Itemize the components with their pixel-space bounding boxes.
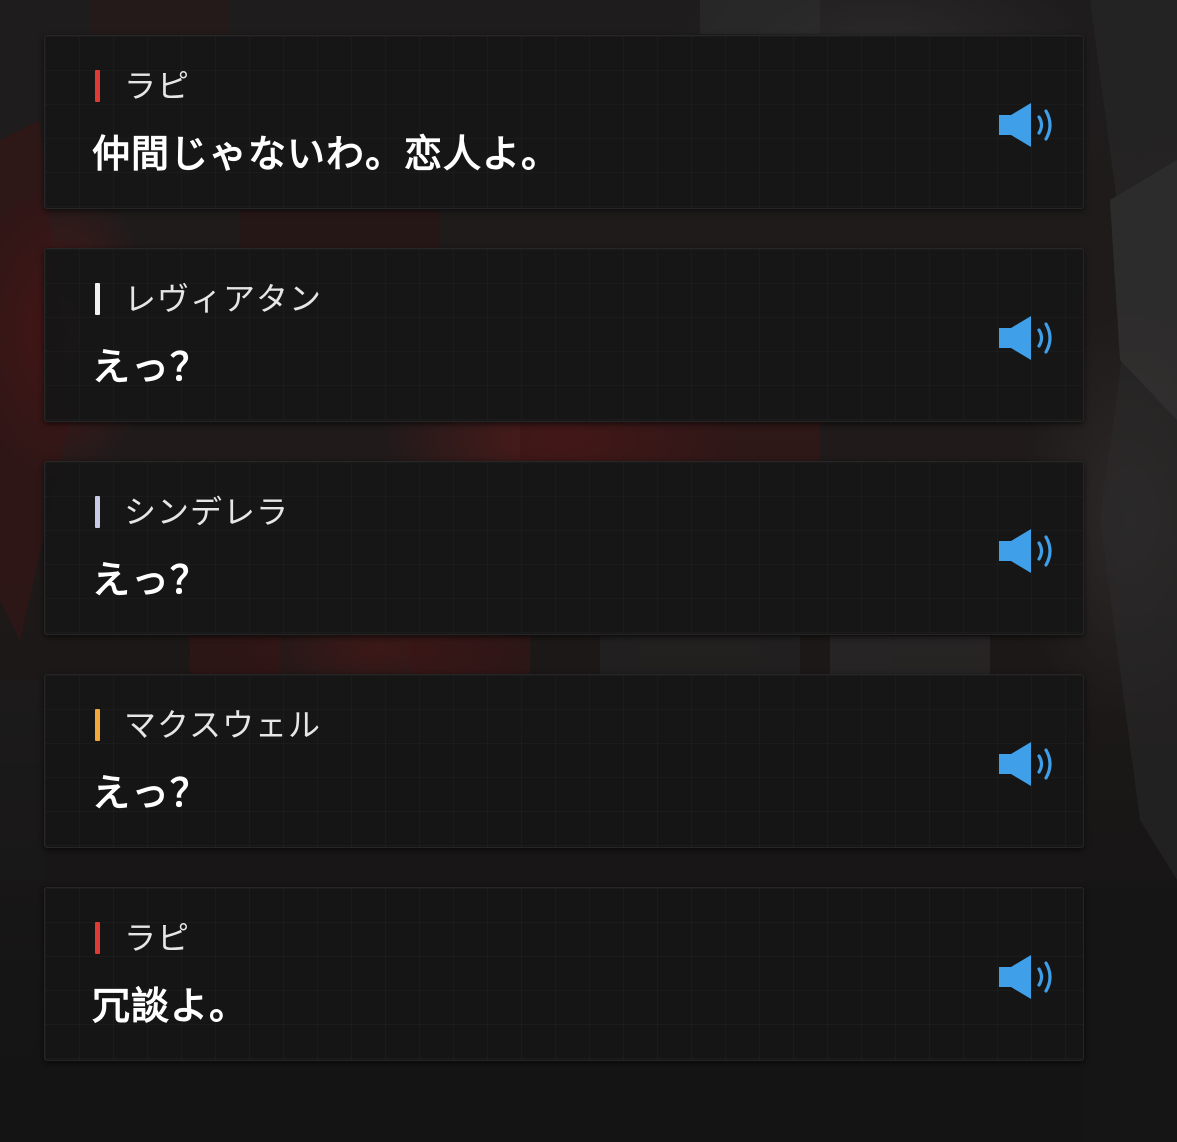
dialog-text: えっ？ (92, 345, 210, 389)
speaker-color-bar (95, 70, 100, 102)
dialog-text: 冗談よ。 (92, 984, 249, 1028)
speaker-color-bar (95, 283, 100, 315)
speaker-row: ラピ (95, 920, 190, 956)
speaker-color-bar (95, 709, 100, 741)
speaker-name: シンデレラ (124, 493, 290, 531)
speaker-sound-icon (999, 316, 1052, 360)
dialog-entry-3: シンデレラ えっ？ (44, 461, 1084, 635)
speaker-name: ラピ (124, 67, 191, 105)
speaker-sound-icon (999, 955, 1052, 999)
play-voice-button[interactable] (997, 102, 1061, 148)
dialog-text: 仲間じゃないわ。恋人よ。 (92, 132, 561, 176)
speaker-sound-icon (999, 742, 1052, 786)
dialog-list: ラピ 仲間じゃないわ。恋人よ。 レヴィアタン えっ？ シンデレラ えっ？ マクス… (44, 35, 1084, 1100)
speaker-sound-icon (999, 103, 1052, 147)
speaker-color-bar (95, 496, 100, 528)
dialog-entry-2: レヴィアタン えっ？ (44, 248, 1084, 422)
speaker-name: レヴィアタン (124, 280, 323, 318)
speaker-row: レヴィアタン (95, 281, 322, 317)
speaker-row: シンデレラ (95, 494, 289, 530)
speaker-name: マクスウェル (124, 706, 322, 744)
speaker-sound-icon (999, 529, 1052, 573)
play-voice-button[interactable] (997, 528, 1061, 574)
play-voice-button[interactable] (997, 315, 1061, 361)
dialog-text: えっ？ (92, 558, 210, 602)
dialog-entry-1: ラピ 仲間じゃないわ。恋人よ。 (44, 35, 1084, 209)
speaker-row: マクスウェル (95, 707, 321, 743)
dialog-log-screen: ラピ 仲間じゃないわ。恋人よ。 レヴィアタン えっ？ シンデレラ えっ？ マクス… (0, 0, 1177, 1142)
dialog-entry-5: ラピ 冗談よ。 (44, 887, 1084, 1061)
play-voice-button[interactable] (997, 741, 1061, 787)
speaker-row: ラピ (95, 68, 190, 104)
speaker-color-bar (95, 922, 100, 954)
speaker-name: ラピ (124, 919, 191, 957)
dialog-entry-4: マクスウェル えっ？ (44, 674, 1084, 848)
play-voice-button[interactable] (997, 954, 1061, 1000)
dialog-text: えっ？ (92, 771, 210, 815)
